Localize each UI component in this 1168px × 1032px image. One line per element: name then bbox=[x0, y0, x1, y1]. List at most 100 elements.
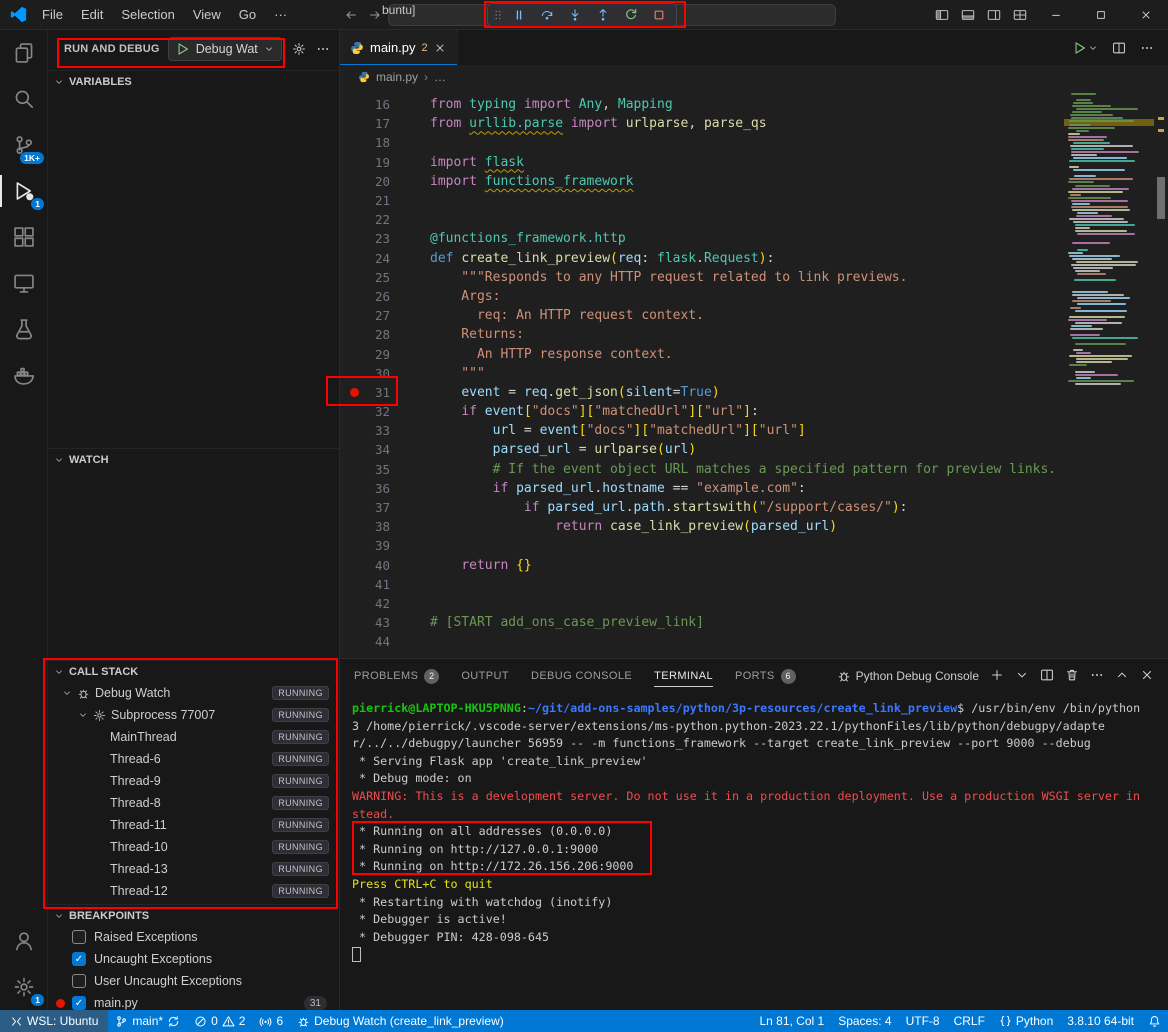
activity-accounts[interactable] bbox=[0, 918, 48, 964]
breakpoint-icon[interactable] bbox=[346, 388, 362, 397]
gutter[interactable]: 33 bbox=[340, 423, 408, 438]
debug-pause-button[interactable] bbox=[505, 4, 533, 26]
gutter[interactable]: 28 bbox=[340, 327, 408, 342]
tab-main-py[interactable]: main.py 2 bbox=[340, 30, 458, 65]
status-forwarded-ports[interactable]: 6 bbox=[252, 1010, 290, 1032]
code-line[interactable]: 25 """Responds to any HTTP request relat… bbox=[340, 268, 1168, 287]
start-debug-icon[interactable] bbox=[176, 42, 190, 56]
gutter[interactable]: 22 bbox=[340, 212, 408, 227]
code-line[interactable]: 17from urllib.parse import urlparse, par… bbox=[340, 114, 1168, 133]
breakpoint-checkbox[interactable] bbox=[72, 952, 86, 966]
section-header-watch[interactable]: WATCH bbox=[48, 448, 339, 470]
grip-icon[interactable] bbox=[491, 8, 505, 22]
code-line[interactable]: 19import flask bbox=[340, 153, 1168, 172]
gutter[interactable]: 40 bbox=[340, 558, 408, 573]
status-git-branch[interactable]: main* bbox=[108, 1010, 187, 1032]
panel-tab-output[interactable]: OUTPUT bbox=[461, 659, 509, 693]
code-line[interactable]: 40 return {} bbox=[340, 556, 1168, 575]
breakpoint-checkbox[interactable] bbox=[72, 996, 86, 1010]
callstack-item[interactable]: Thread-6RUNNING bbox=[48, 748, 339, 770]
callstack-item[interactable]: Thread-11RUNNING bbox=[48, 814, 339, 836]
close-window-button[interactable] bbox=[1123, 0, 1168, 30]
menu-view[interactable]: View bbox=[184, 0, 230, 30]
maximize-panel-button[interactable] bbox=[1115, 668, 1129, 685]
toggle-primary-sidebar-button[interactable] bbox=[929, 0, 955, 30]
menu-go[interactable]: Go bbox=[230, 0, 265, 30]
new-terminal-button[interactable] bbox=[990, 668, 1004, 685]
minimize-button[interactable] bbox=[1033, 0, 1078, 30]
callstack-item[interactable]: Subprocess 77007RUNNING bbox=[48, 704, 339, 726]
configure-launch-button[interactable] bbox=[292, 42, 306, 56]
breakpoint-checkbox[interactable] bbox=[72, 930, 86, 944]
section-header-call-stack[interactable]: CALL STACK bbox=[48, 660, 339, 682]
gutter[interactable]: 24 bbox=[340, 251, 408, 266]
activity-docker[interactable] bbox=[0, 352, 48, 398]
activity-source-control[interactable]: 1K+ bbox=[0, 122, 48, 168]
debug-step-out-button[interactable] bbox=[589, 4, 617, 26]
gutter[interactable]: 26 bbox=[340, 289, 408, 304]
status-eol-sequence[interactable]: CRLF bbox=[947, 1010, 992, 1032]
minimap[interactable] bbox=[1064, 89, 1154, 658]
gutter[interactable]: 16 bbox=[340, 97, 408, 112]
editor-scrollbar[interactable] bbox=[1154, 89, 1168, 658]
launch-profile-dropdown-button[interactable] bbox=[1015, 668, 1029, 685]
code-line[interactable]: 30 """ bbox=[340, 364, 1168, 383]
menu-selection[interactable]: Selection bbox=[112, 0, 183, 30]
code-line[interactable]: 29 An HTTP response context. bbox=[340, 344, 1168, 363]
activity-extensions[interactable] bbox=[0, 214, 48, 260]
debug-stop-button[interactable] bbox=[645, 4, 673, 26]
activity-settings[interactable]: 1 bbox=[0, 964, 48, 1010]
code-line[interactable]: 18 bbox=[340, 133, 1168, 152]
toggle-panel-button[interactable] bbox=[955, 0, 981, 30]
panel-more-actions-button[interactable] bbox=[1090, 668, 1104, 685]
panel-tab-debug-console[interactable]: DEBUG CONSOLE bbox=[531, 659, 632, 693]
terminal[interactable]: pierrick@LAPTOP-HKU5PNNG:~/git/add-ons-s… bbox=[352, 700, 1141, 964]
split-editor-button[interactable] bbox=[1112, 41, 1126, 55]
code-line[interactable]: 22 bbox=[340, 210, 1168, 229]
code-line[interactable]: 21 bbox=[340, 191, 1168, 210]
gutter[interactable]: 35 bbox=[340, 462, 408, 477]
callstack-item[interactable]: MainThreadRUNNING bbox=[48, 726, 339, 748]
gutter[interactable]: 34 bbox=[340, 442, 408, 457]
debug-step-into-button[interactable] bbox=[561, 4, 589, 26]
gutter[interactable]: 32 bbox=[340, 404, 408, 419]
code-line[interactable]: 16from typing import Any, Mapping bbox=[340, 95, 1168, 114]
gutter[interactable]: 19 bbox=[340, 155, 408, 170]
gutter[interactable]: 29 bbox=[340, 347, 408, 362]
section-header-variables[interactable]: VARIABLES bbox=[48, 70, 339, 92]
gutter[interactable]: 30 bbox=[340, 366, 408, 381]
gutter[interactable]: 43 bbox=[340, 615, 408, 630]
customize-layout-button[interactable] bbox=[1007, 0, 1033, 30]
arrow-right-icon[interactable] bbox=[368, 8, 382, 22]
breakpoint-checkbox[interactable] bbox=[72, 974, 86, 988]
activity-explorer[interactable] bbox=[0, 30, 48, 76]
status-debug-status[interactable]: Debug Watch (create_link_preview) bbox=[290, 1010, 511, 1032]
code-line[interactable]: 43# [START add_ons_case_preview_link] bbox=[340, 613, 1168, 632]
status-notifications[interactable] bbox=[1141, 1010, 1168, 1032]
breakpoint-item[interactable]: Uncaught Exceptions bbox=[48, 948, 339, 970]
activity-testing[interactable] bbox=[0, 306, 48, 352]
toggle-secondary-sidebar-button[interactable] bbox=[981, 0, 1007, 30]
gutter[interactable]: 27 bbox=[340, 308, 408, 323]
code-line[interactable]: 31 event = req.get_json(silent=True) bbox=[340, 383, 1168, 402]
status-indentation[interactable]: Spaces: 4 bbox=[831, 1010, 898, 1032]
menu-file[interactable]: File bbox=[33, 0, 72, 30]
gutter[interactable]: 20 bbox=[340, 174, 408, 189]
code-line[interactable]: 32 if event["docs"]["matchedUrl"]["url"]… bbox=[340, 402, 1168, 421]
menu-more[interactable]: ··· bbox=[265, 0, 296, 30]
gutter[interactable]: 39 bbox=[340, 538, 408, 553]
kill-terminal-button[interactable] bbox=[1065, 668, 1079, 685]
gutter[interactable]: 36 bbox=[340, 481, 408, 496]
status-language-mode[interactable]: Python bbox=[992, 1010, 1060, 1032]
status-encoding[interactable]: UTF-8 bbox=[899, 1010, 947, 1032]
gutter[interactable]: 38 bbox=[340, 519, 408, 534]
code-line[interactable]: 36 if parsed_url.hostname == "example.co… bbox=[340, 479, 1168, 498]
activity-run-and-debug[interactable]: 1 bbox=[0, 168, 48, 214]
gutter[interactable]: 18 bbox=[340, 135, 408, 150]
section-header-breakpoints[interactable]: BREAKPOINTS bbox=[48, 904, 339, 926]
code-line[interactable]: 27 req: An HTTP request context. bbox=[340, 306, 1168, 325]
code-line[interactable]: 26 Args: bbox=[340, 287, 1168, 306]
gutter[interactable]: 31 bbox=[340, 385, 408, 400]
code-line[interactable]: 20import functions_framework bbox=[340, 172, 1168, 191]
debug-step-over-button[interactable] bbox=[533, 4, 561, 26]
